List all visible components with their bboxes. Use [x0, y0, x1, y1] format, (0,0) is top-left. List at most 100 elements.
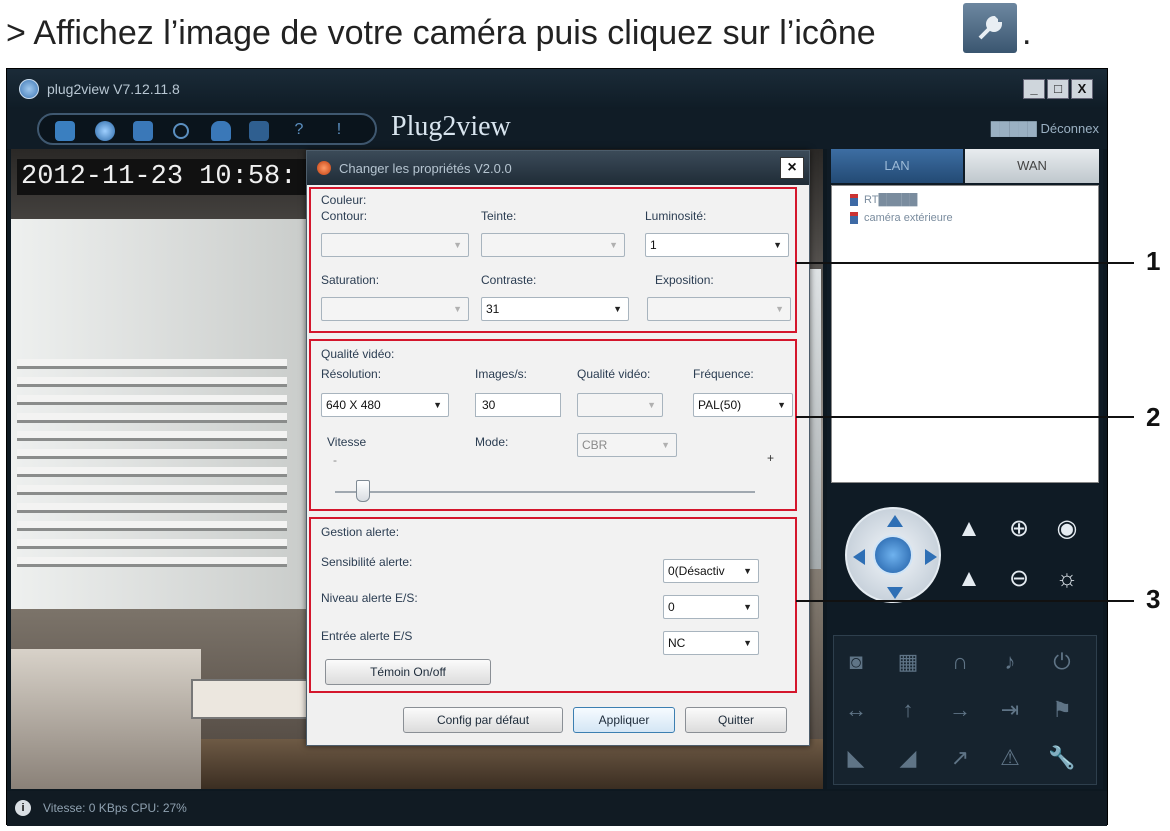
- dialog-title: Changer les propriétés V2.0.0: [339, 161, 512, 176]
- ptz-left-arrow-icon[interactable]: [853, 549, 865, 565]
- wrench-icon: [963, 3, 1017, 53]
- resolution-label: Résolution:: [321, 367, 382, 381]
- qualite-label: Qualité vidéo:: [577, 367, 651, 381]
- warning-icon[interactable]: ⚠: [994, 744, 1026, 772]
- horizontal-patrol-icon[interactable]: ◣: [840, 744, 872, 772]
- status-info-icon: i: [15, 800, 31, 816]
- vitesse-label: Vitesse: [327, 435, 367, 449]
- vitesse-slider-track[interactable]: [335, 491, 755, 493]
- maximize-button[interactable]: □: [1047, 79, 1069, 99]
- preset-icon[interactable]: ⇥: [994, 696, 1026, 724]
- grid-view-icon[interactable]: [55, 121, 75, 141]
- instruction-period: .: [1022, 14, 1032, 52]
- instruction-sentence: > Affichez l’image de votre caméra puis …: [6, 14, 876, 52]
- chevron-down-icon: ▼: [647, 400, 656, 410]
- luminosite-value: 1: [650, 238, 657, 252]
- exposition-label: Exposition:: [655, 273, 714, 287]
- snapshot-icon[interactable]: [133, 121, 153, 141]
- chevron-down-icon: ▼: [775, 304, 784, 314]
- vitesse-slider-thumb[interactable]: [356, 480, 370, 502]
- niveau-select[interactable]: 0 ▼: [663, 595, 759, 619]
- vertical-patrol-icon[interactable]: ◢: [892, 744, 924, 772]
- wrench-icon[interactable]: 🔧: [1046, 744, 1078, 772]
- device-item[interactable]: RT█████: [850, 194, 917, 207]
- properties-dialog: Changer les propriétés V2.0.0 × Couleur:…: [306, 150, 810, 746]
- exposition-select[interactable]: ▼: [647, 297, 791, 321]
- saturation-select[interactable]: ▼: [321, 297, 469, 321]
- mode-select[interactable]: CBR ▼: [577, 433, 677, 457]
- qualite-select[interactable]: ▼: [577, 393, 663, 417]
- entree-select[interactable]: NC ▼: [663, 631, 759, 655]
- lock-icon[interactable]: [211, 121, 231, 141]
- minimize-button[interactable]: _: [1023, 79, 1045, 99]
- snapshot-icon[interactable]: ◙: [840, 648, 872, 676]
- headphones-icon[interactable]: ∩: [944, 648, 976, 676]
- focus-up-icon[interactable]: ▲: [955, 515, 983, 543]
- vertical-flip-icon[interactable]: ↑: [892, 696, 924, 724]
- focus-down-icon[interactable]: ▲: [955, 565, 983, 593]
- help-icon[interactable]: ?: [289, 121, 309, 141]
- info-icon[interactable]: !: [329, 121, 349, 141]
- tab-wan[interactable]: WAN: [965, 149, 1099, 183]
- saturation-label: Saturation:: [321, 273, 380, 287]
- quit-button[interactable]: Quitter: [685, 707, 787, 733]
- chevron-down-icon: ▼: [433, 400, 442, 410]
- contour-select[interactable]: ▼: [321, 233, 469, 257]
- images-input[interactable]: 30: [475, 393, 561, 417]
- sensibilite-select[interactable]: 0(Désactiv ▼: [663, 559, 759, 583]
- ptz-control-pad[interactable]: [845, 507, 941, 603]
- frequence-label: Fréquence:: [693, 367, 754, 381]
- video-scene-sofa: [11, 649, 201, 789]
- video-scene-blind: [17, 485, 287, 495]
- ptz-auto-rotate-icon[interactable]: [873, 535, 913, 575]
- frequence-select[interactable]: PAL(50) ▼: [693, 393, 793, 417]
- group-label: Qualité vidéo:: [321, 347, 395, 361]
- power-icon[interactable]: ⏻: [1046, 648, 1078, 676]
- app-logo-icon: [19, 79, 39, 99]
- ptz-down-arrow-icon[interactable]: [887, 587, 903, 599]
- resolution-select[interactable]: 640 X 480 ▼: [321, 393, 449, 417]
- device-item[interactable]: caméra extérieure: [850, 212, 953, 225]
- microphone-icon[interactable]: ♪: [994, 648, 1026, 676]
- zoom-out-icon[interactable]: ⊖: [1005, 565, 1033, 593]
- cruise-icon[interactable]: →: [944, 696, 976, 724]
- video-scene-blind: [17, 395, 287, 405]
- flag-icon[interactable]: ⚑: [1046, 696, 1078, 724]
- video-scene-blind: [17, 539, 287, 549]
- zoom-in-icon[interactable]: ⊕: [1005, 515, 1033, 543]
- entree-value: NC: [668, 636, 686, 650]
- resolution-value: 640 X 480: [326, 398, 381, 412]
- close-window-button[interactable]: X: [1071, 79, 1093, 99]
- search-icon[interactable]: [173, 123, 189, 139]
- teinte-select[interactable]: ▼: [481, 233, 625, 257]
- tab-lan[interactable]: LAN: [831, 149, 963, 183]
- horizontal-flip-icon[interactable]: ↔: [840, 696, 872, 724]
- ptz-right-arrow-icon[interactable]: [925, 549, 937, 565]
- couleur-group: Couleur: Contour: Teinte: Luminosité: ▼ …: [309, 187, 797, 333]
- temoin-button[interactable]: Témoin On/off: [325, 659, 491, 685]
- default-config-button[interactable]: Config par défaut: [403, 707, 563, 733]
- speed-max-label: +: [767, 451, 775, 465]
- record-icon[interactable]: ▦: [892, 648, 924, 676]
- device-label: caméra extérieure: [864, 212, 953, 224]
- entree-label: Entrée alerte E/S: [321, 629, 413, 643]
- chevron-down-icon: ▼: [661, 440, 670, 450]
- camera-icon[interactable]: [95, 121, 115, 141]
- iris-open-icon[interactable]: ◉: [1053, 515, 1081, 543]
- callout-line-2: [796, 416, 1134, 418]
- luminosite-select[interactable]: 1 ▼: [645, 233, 789, 257]
- user-disconnect-link[interactable]: █████ Déconnex: [991, 121, 1099, 136]
- chevron-down-icon: ▼: [777, 400, 786, 410]
- apply-button[interactable]: Appliquer: [573, 707, 675, 733]
- alarm-icon[interactable]: ↗: [944, 744, 976, 772]
- ptz-up-arrow-icon[interactable]: [887, 515, 903, 527]
- contraste-select[interactable]: 31 ▼: [481, 297, 629, 321]
- save-icon[interactable]: [249, 121, 269, 141]
- sensibilite-value: 0(Désactiv: [668, 564, 725, 578]
- group-label: Couleur:: [321, 193, 367, 207]
- iris-close-icon[interactable]: ☼: [1053, 565, 1081, 593]
- video-scene-blind: [17, 521, 287, 531]
- right-panel: LAN WAN RT█████ caméra extérieure ▲ ⊕ ◉ …: [827, 149, 1103, 789]
- dialog-close-button[interactable]: ×: [780, 157, 804, 179]
- instruction-text: > Affichez l’image de votre caméra puis …: [6, 14, 876, 53]
